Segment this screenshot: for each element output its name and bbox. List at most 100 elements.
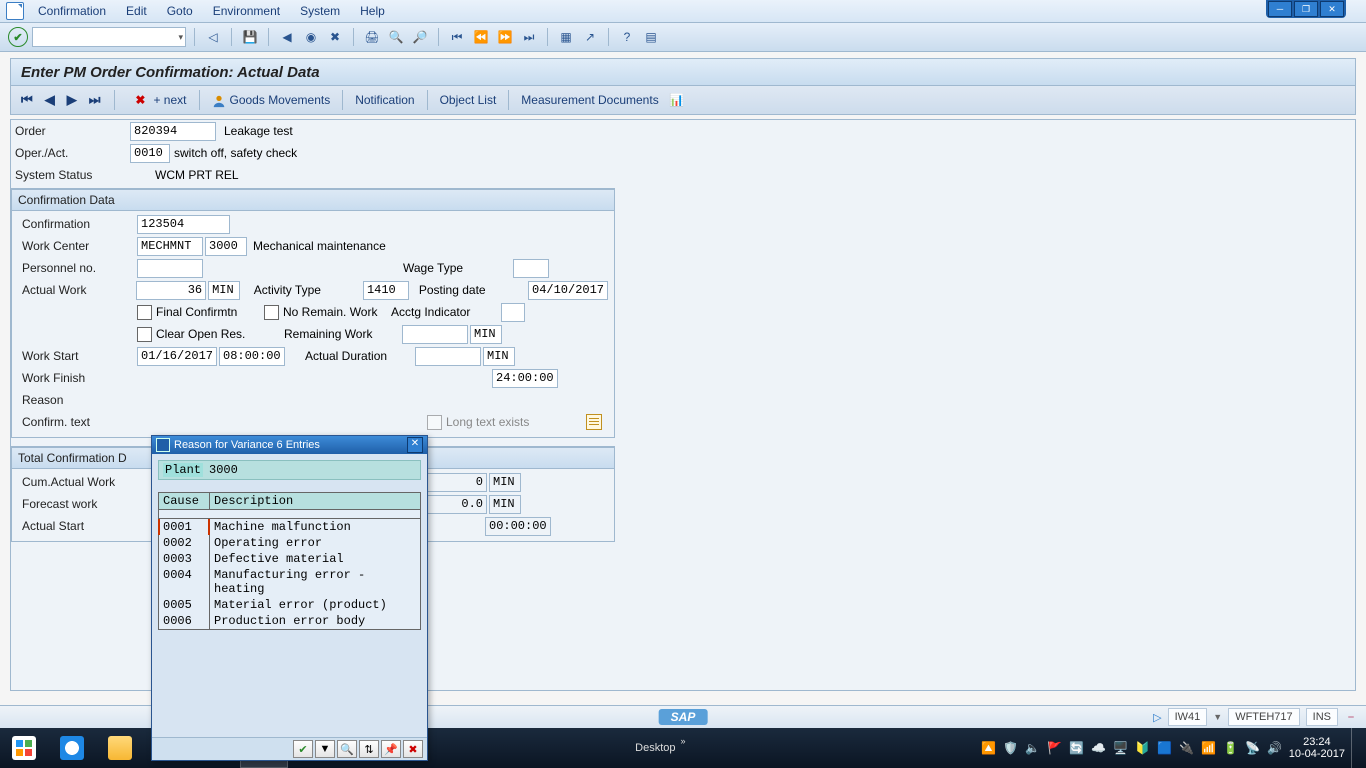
activity-type-field[interactable] bbox=[363, 281, 409, 300]
dialog-close-button[interactable]: ✕ bbox=[407, 437, 423, 453]
status-play-icon[interactable]: ▷ bbox=[1153, 711, 1161, 724]
acctg-field[interactable] bbox=[501, 303, 525, 322]
tray-usb-icon[interactable]: 🔌 bbox=[1179, 740, 1195, 756]
nav-first-icon[interactable]: ⏮ bbox=[19, 92, 35, 108]
dialog-pin-button[interactable]: 📌 bbox=[381, 740, 401, 758]
taskbar-ie[interactable] bbox=[48, 728, 96, 768]
tray-cloud-icon[interactable]: ☁️ bbox=[1091, 740, 1107, 756]
tray-volume-icon[interactable]: 🔊 bbox=[1267, 740, 1283, 756]
taskbar-explorer[interactable] bbox=[96, 728, 144, 768]
dialog-row[interactable]: 0003Defective material bbox=[159, 551, 420, 567]
dialog-row[interactable]: 0001Machine malfunction bbox=[159, 519, 420, 535]
find-next-icon[interactable]: 🔎 bbox=[410, 27, 430, 47]
notification-button[interactable]: Notification bbox=[355, 93, 414, 107]
dialog-ok-button[interactable]: ✔ bbox=[293, 740, 313, 758]
dialog-filter-button[interactable]: ▼ bbox=[315, 740, 335, 758]
shortcut-icon[interactable]: ↗ bbox=[580, 27, 600, 47]
tray-audio-icon[interactable]: 🔈 bbox=[1025, 740, 1041, 756]
prev-page-icon[interactable]: ⏪ bbox=[471, 27, 491, 47]
new-session-icon[interactable]: ▦ bbox=[556, 27, 576, 47]
tray-icon[interactable]: 🔼 bbox=[981, 740, 997, 756]
clear-open-checkbox[interactable] bbox=[137, 327, 152, 342]
layout-icon[interactable]: ▤ bbox=[641, 27, 661, 47]
command-field[interactable]: ▾ bbox=[32, 27, 186, 47]
close-button[interactable]: ✕ bbox=[1320, 1, 1344, 17]
dialog-search-button[interactable]: 🔍 bbox=[337, 740, 357, 758]
work-center-field[interactable] bbox=[137, 237, 203, 256]
dialog-plant-label[interactable]: Plant bbox=[163, 463, 203, 477]
actual-work-field[interactable] bbox=[136, 281, 206, 300]
dialog-row[interactable]: 0006Production error body bbox=[159, 613, 420, 629]
cancel-icon[interactable]: ✖ bbox=[135, 93, 145, 107]
goods-movements-button[interactable]: Goods Movements bbox=[212, 93, 331, 108]
dialog-row[interactable]: 0004Manufacturing error - heating bbox=[159, 567, 420, 597]
dialog-titlebar[interactable]: Reason for Variance 6 Entries ✕ bbox=[152, 436, 427, 454]
menu-edit[interactable]: Edit bbox=[116, 2, 157, 20]
work-center-plant-field[interactable] bbox=[205, 237, 247, 256]
personnel-field[interactable] bbox=[137, 259, 203, 278]
save-icon[interactable]: 💾 bbox=[240, 27, 260, 47]
order-field[interactable] bbox=[130, 122, 216, 141]
last-page-icon[interactable]: ⏭ bbox=[519, 27, 539, 47]
wage-field[interactable] bbox=[513, 259, 549, 278]
print-icon[interactable]: 🖨 bbox=[362, 27, 382, 47]
menu-confirmation[interactable]: Confirmation bbox=[28, 2, 116, 20]
taskbar-clock[interactable]: 23:24 10-04-2017 bbox=[1289, 736, 1345, 760]
actual-work-unit[interactable]: MIN bbox=[208, 281, 240, 300]
oper-field[interactable] bbox=[130, 144, 170, 163]
final-conf-checkbox[interactable] bbox=[137, 305, 152, 320]
posting-date-field[interactable] bbox=[528, 281, 608, 300]
nav-next-icon[interactable]: ▶ bbox=[65, 92, 79, 108]
nav-prev-icon[interactable]: ◀ bbox=[43, 92, 57, 108]
menu-goto[interactable]: Goto bbox=[157, 2, 203, 20]
nav-last-icon[interactable]: ⏭ bbox=[87, 92, 103, 108]
remaining-work-unit[interactable]: MIN bbox=[470, 325, 502, 344]
nav-back-icon[interactable]: ◀ bbox=[277, 27, 297, 47]
back-icon[interactable]: ◁ bbox=[203, 27, 223, 47]
taskbar-desktop-toolbar[interactable]: Desktop bbox=[635, 742, 675, 754]
tray-sync-icon[interactable]: 🔄 bbox=[1069, 740, 1085, 756]
dialog-row[interactable]: 0002Operating error bbox=[159, 535, 420, 551]
col-cause-header[interactable]: Cause bbox=[159, 493, 210, 509]
next-page-icon[interactable]: ⏩ bbox=[495, 27, 515, 47]
next-button[interactable]: + next bbox=[153, 93, 186, 107]
actual-duration-field[interactable] bbox=[415, 347, 481, 366]
tray-app-icon[interactable]: 🟦 bbox=[1157, 740, 1173, 756]
show-desktop-button[interactable] bbox=[1351, 728, 1360, 768]
dialog-row[interactable]: 0005Material error (product) bbox=[159, 597, 420, 613]
enter-icon[interactable]: ✔ bbox=[8, 27, 28, 47]
tray-bt-icon[interactable]: 📶 bbox=[1201, 740, 1217, 756]
tray-battery-icon[interactable]: 🔋 bbox=[1223, 740, 1239, 756]
measurement-docs-button[interactable]: Measurement Documents bbox=[521, 93, 658, 107]
tray-network-icon[interactable]: 📡 bbox=[1245, 740, 1261, 756]
find-icon[interactable]: 🔍 bbox=[386, 27, 406, 47]
measurement-doc-icon[interactable]: 📊 bbox=[667, 90, 687, 110]
tray-flag-icon[interactable]: 🚩 bbox=[1047, 740, 1063, 756]
object-list-button[interactable]: Object List bbox=[440, 93, 497, 107]
tray-display-icon[interactable]: 🖥️ bbox=[1113, 740, 1129, 756]
confirmation-field[interactable] bbox=[137, 215, 230, 234]
col-desc-header[interactable]: Description bbox=[210, 493, 420, 509]
menu-environment[interactable]: Environment bbox=[203, 2, 290, 20]
no-remain-checkbox[interactable] bbox=[264, 305, 279, 320]
dialog-cancel-button[interactable]: ✖ bbox=[403, 740, 423, 758]
menu-help[interactable]: Help bbox=[350, 2, 395, 20]
work-start-date-field[interactable] bbox=[137, 347, 217, 366]
tray-shield-icon[interactable]: 🛡️ bbox=[1003, 740, 1019, 756]
first-page-icon[interactable]: ⏮ bbox=[447, 27, 467, 47]
help-icon[interactable]: ? bbox=[617, 27, 637, 47]
work-finish-time-field[interactable] bbox=[492, 369, 558, 388]
work-start-time-field[interactable] bbox=[219, 347, 285, 366]
nav-cancel-icon[interactable]: ✖ bbox=[325, 27, 345, 47]
remaining-work-field[interactable] bbox=[402, 325, 468, 344]
minimize-button[interactable]: ─ bbox=[1268, 1, 1292, 17]
start-button[interactable] bbox=[0, 728, 48, 768]
maximize-button[interactable]: ❐ bbox=[1294, 1, 1318, 17]
status-drop-icon[interactable]: ▼ bbox=[1213, 712, 1222, 722]
nav-exit-icon[interactable]: ◉ bbox=[301, 27, 321, 47]
actual-duration-unit[interactable]: MIN bbox=[483, 347, 515, 366]
long-text-icon[interactable] bbox=[586, 414, 602, 430]
dialog-sort-button[interactable]: ⇅ bbox=[359, 740, 379, 758]
tray-security-icon[interactable]: 🔰 bbox=[1135, 740, 1151, 756]
menu-system[interactable]: System bbox=[290, 2, 350, 20]
